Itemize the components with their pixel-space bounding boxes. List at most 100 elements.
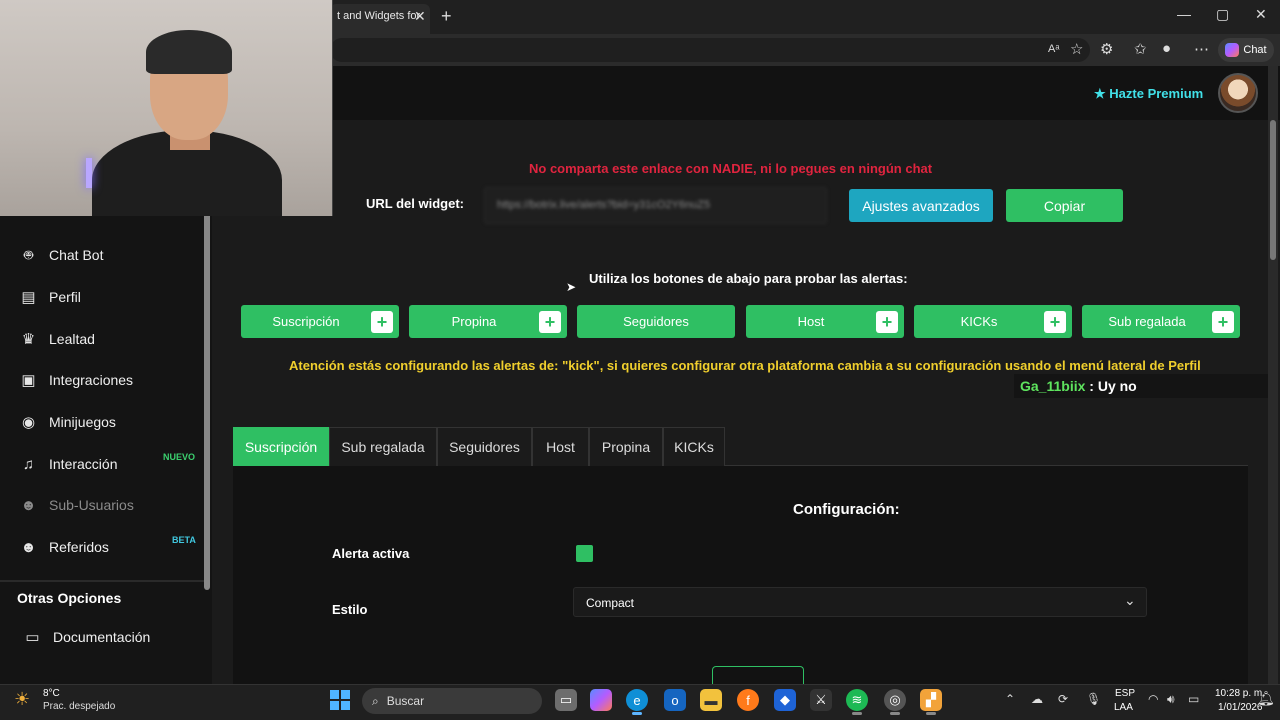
chat-overlay-message: Ga_11biix : Uy no — [1014, 374, 1268, 398]
file-explorer-icon[interactable]: ▬ — [700, 689, 722, 711]
dropbox-icon[interactable]: ◆ — [774, 689, 796, 711]
test-seguidores-button[interactable]: Seguidores — [577, 305, 735, 338]
microphone-icon[interactable]: 🎙︎ — [1086, 692, 1101, 706]
new-tab-button[interactable]: + — [441, 6, 452, 27]
sidebar-item-interaccion[interactable]: ♫ Interacción — [20, 449, 118, 479]
config-panel — [233, 466, 1248, 684]
spotify-icon[interactable]: ≋ — [846, 689, 868, 711]
test-suscripcion-button[interactable]: Suscripción + — [241, 305, 399, 338]
sidebar-item-documentacion[interactable]: ▭ Documentación — [24, 622, 150, 652]
copilot-icon — [1225, 43, 1240, 57]
premium-label: Hazte Premium — [1109, 86, 1204, 101]
sync-icon[interactable]: ⟳ — [1058, 692, 1068, 706]
sidebar-item-label: Referidos — [49, 539, 109, 555]
chevron-up-icon[interactable]: ⌃ — [1005, 692, 1015, 706]
keyboard-layout: LAA — [1114, 702, 1133, 713]
volume-icon[interactable]: 🔊︎ — [1167, 692, 1175, 707]
maximize-icon[interactable]: ▢ — [1216, 6, 1229, 23]
plus-icon: + — [1212, 310, 1234, 333]
widget-url-field[interactable]: https://botrix.live/alerts?bid=y31cO2Y6n… — [484, 187, 827, 224]
task-view-icon[interactable]: ▭ — [555, 689, 577, 711]
page-scrollbar-thumb[interactable] — [1270, 120, 1276, 260]
copilot-app-icon[interactable] — [590, 689, 612, 711]
language-indicator[interactable]: ESP — [1115, 688, 1135, 699]
tab-suscripcion[interactable]: Suscripción — [233, 427, 329, 466]
plus-icon: + — [371, 310, 393, 333]
minimize-icon[interactable]: — — [1177, 6, 1191, 22]
active-indicator — [852, 712, 862, 715]
active-indicator — [890, 712, 900, 715]
sidebar-item-referidos[interactable]: ☻ Referidos — [20, 532, 109, 562]
sidebar-item-label: Chat Bot — [49, 247, 104, 263]
search-icon: ⌕ — [372, 693, 379, 708]
battery-icon[interactable]: ▭ — [1188, 692, 1199, 706]
test-host-button[interactable]: Host + — [746, 305, 904, 338]
app-icon[interactable]: ▞ — [920, 689, 942, 711]
browser-tab-title: t and Widgets for — [337, 10, 421, 22]
button-label: Host — [797, 314, 825, 329]
extensions-icon[interactable]: ⚙ — [1100, 40, 1113, 58]
sidebar-item-lealtad[interactable]: ♛ Lealtad — [20, 324, 95, 354]
referral-icon: ☻ — [20, 538, 37, 556]
test-propina-button[interactable]: Propina + — [409, 305, 567, 338]
robot-icon: 🤖︎ — [23, 246, 33, 264]
estilo-select[interactable]: Compact — [573, 587, 1147, 617]
copy-button[interactable]: Copiar — [1006, 189, 1123, 222]
close-tab-icon[interactable]: ✕ — [414, 8, 426, 25]
plus-icon: + — [1044, 310, 1066, 333]
read-aloud-icon[interactable]: Aᵃ — [1048, 43, 1059, 55]
outlook-icon[interactable]: o — [664, 689, 686, 711]
advanced-settings-button[interactable]: Ajustes avanzados — [849, 189, 993, 222]
chat-message: : Uy no — [1085, 378, 1137, 394]
chat-label: Chat — [1243, 44, 1267, 56]
tab-host[interactable]: Host — [532, 427, 589, 466]
tab-sub-regalada[interactable]: Sub regalada — [329, 427, 437, 466]
copilot-chat-button[interactable]: Chat — [1218, 38, 1274, 62]
test-instructions: Utiliza los botones de abajo para probar… — [589, 271, 908, 286]
wifi-icon[interactable]: ◠ — [1148, 692, 1158, 706]
obs-icon[interactable]: ◎ — [884, 689, 906, 711]
edge-icon[interactable]: e — [626, 689, 648, 711]
avatar[interactable] — [1218, 73, 1258, 113]
estilo-label: Estilo — [332, 602, 368, 617]
tab-propina[interactable]: Propina — [589, 427, 663, 466]
test-sub-regalada-button[interactable]: Sub regalada + — [1082, 305, 1240, 338]
new-badge: NUEVO — [163, 452, 196, 462]
sidebar-item-chat-bot[interactable]: 🤖︎ Chat Bot — [20, 240, 104, 270]
integrations-icon: ▣ — [21, 372, 36, 389]
config-title: Configuración: — [793, 501, 900, 518]
cloud-icon[interactable]: ☁ — [1031, 692, 1043, 706]
tab-kicks[interactable]: KICKs — [663, 427, 725, 466]
plus-icon: + — [876, 310, 898, 333]
partial-button[interactable] — [712, 666, 804, 686]
sidebar-item-sub-usuarios[interactable]: ☻ Sub-Usuarios — [20, 490, 134, 520]
game-app-icon[interactable]: ⚔ — [810, 689, 832, 711]
weather-icon[interactable]: ☀ — [14, 689, 30, 710]
address-input[interactable] — [330, 38, 1090, 62]
sidebar-item-label: Integraciones — [49, 372, 134, 388]
sidebar-scrollbar[interactable] — [204, 210, 210, 590]
platform-warning: Atención estás configurando las alertas … — [289, 358, 1201, 373]
sidebar-item-label: Sub-Usuarios — [49, 497, 134, 513]
alerta-activa-checkbox[interactable] — [576, 545, 593, 562]
share-warning: No comparta este enlace con NADIE, ni lo… — [529, 161, 933, 176]
premium-link[interactable]: ★ Hazte Premium — [1094, 86, 1203, 102]
sidebar-item-integraciones[interactable]: ▣ Integraciones — [20, 365, 133, 395]
music-icon: ♫ — [22, 455, 35, 473]
active-indicator — [926, 712, 936, 715]
favorite-star-icon[interactable]: ☆ — [1070, 40, 1083, 58]
taskbar-search[interactable]: ⌕ Buscar — [362, 688, 542, 714]
test-kicks-button[interactable]: KICKs + — [914, 305, 1072, 338]
more-options-icon[interactable]: ⋯ — [1194, 40, 1209, 58]
tab-seguidores[interactable]: Seguidores — [437, 427, 532, 466]
sidebar-item-label: Documentación — [53, 629, 151, 645]
notifications-icon[interactable]: 🔔︎ — [1257, 690, 1275, 707]
profile-icon[interactable]: ● — [1162, 40, 1171, 57]
close-window-icon[interactable]: ✕ — [1255, 6, 1267, 23]
firefox-icon[interactable]: f — [737, 689, 759, 711]
windows-start-icon[interactable] — [330, 690, 350, 710]
sidebar-item-minijuegos[interactable]: ◉ Minijuegos — [20, 407, 116, 437]
book-icon: ▭ — [25, 629, 40, 646]
sidebar-item-perfil[interactable]: ▤ Perfil — [20, 282, 81, 312]
favorites-icon[interactable]: ✩ — [1134, 40, 1147, 58]
